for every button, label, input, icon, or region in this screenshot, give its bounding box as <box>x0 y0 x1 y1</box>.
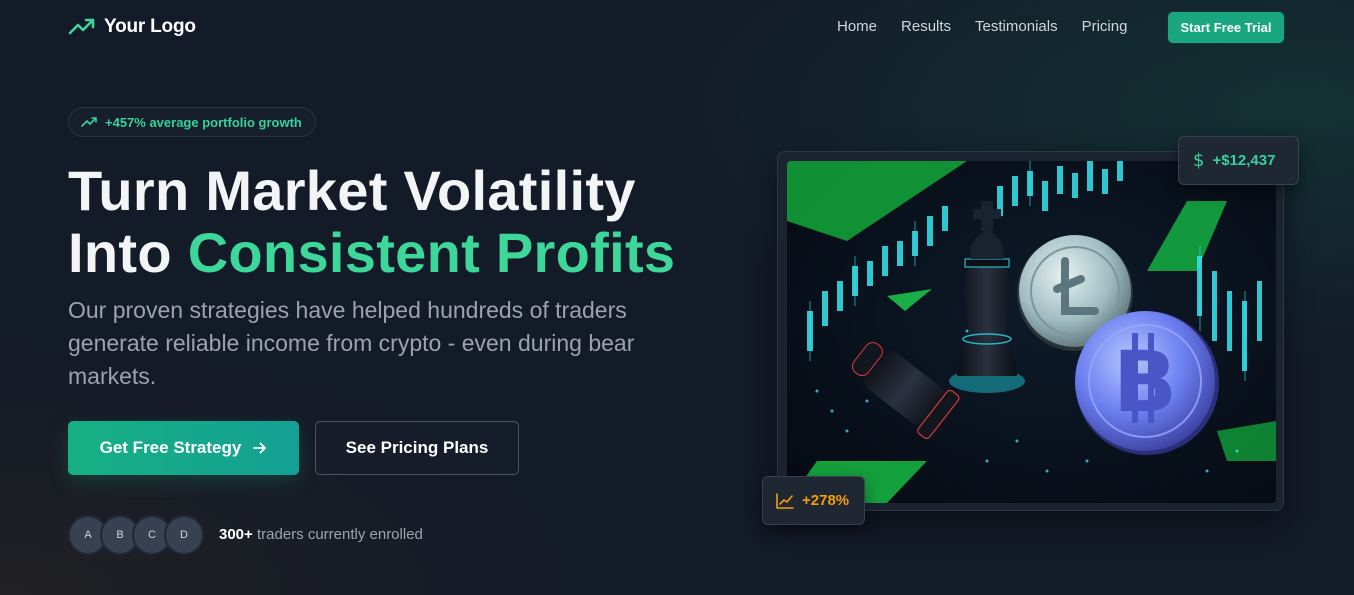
get-free-strategy-button[interactable]: Get Free Strategy <box>68 421 299 475</box>
nav-link-pricing[interactable]: Pricing <box>1082 18 1128 35</box>
enrolled-text: 300+ traders currently enrolled <box>219 526 423 543</box>
see-pricing-plans-button[interactable]: See Pricing Plans <box>315 421 519 475</box>
logo[interactable]: Your Logo <box>68 16 196 38</box>
hero-subtext: Our proven strategies have helped hundre… <box>68 297 635 389</box>
arrow-right-icon <box>253 442 267 454</box>
landing-page: Your Logo Home Results Testimonials Pric… <box>0 0 1354 595</box>
profit-stat-card: $ +$12,437 <box>1178 136 1299 185</box>
trending-up-icon <box>81 117 97 127</box>
hero-image-frame: B <box>777 151 1284 511</box>
top-navigation: Your Logo Home Results Testimonials Pric… <box>0 0 1354 56</box>
badge-text: +457% average portfolio growth <box>105 114 302 130</box>
nav-link-results[interactable]: Results <box>901 18 951 35</box>
avatar: D <box>164 515 204 555</box>
nav-links: Home Results Testimonials Pricing <box>837 18 1151 35</box>
growth-badge: +457% average portfolio growth <box>68 107 316 137</box>
growth-stat-card: +278% <box>762 476 865 525</box>
headline-line-1: Turn Market Volatility <box>68 159 636 222</box>
start-free-trial-button[interactable]: Start Free Trial <box>1168 12 1284 43</box>
nav-link-home[interactable]: Home <box>837 18 877 35</box>
crypto-trading-illustration: B <box>787 161 1276 503</box>
enrolled-count: 300+ <box>219 526 253 543</box>
profit-value: +$12,437 <box>1212 152 1276 169</box>
svg-text:B: B <box>1113 333 1177 431</box>
line-chart-icon <box>776 492 794 509</box>
nav-link-testimonials[interactable]: Testimonials <box>975 18 1058 35</box>
logo-text: Your Logo <box>104 16 196 37</box>
trending-up-icon <box>68 18 95 35</box>
hero-headline: Turn Market Volatility Into Consistent P… <box>68 160 675 284</box>
primary-button-label: Get Free Strategy <box>99 438 242 457</box>
headline-accent: Consistent Profits <box>187 221 676 284</box>
dollar-icon: $ <box>1193 150 1205 171</box>
enrolled-label: traders currently enrolled <box>256 526 423 543</box>
headline-prefix: Into <box>68 221 188 284</box>
growth-value: +278% <box>802 492 850 509</box>
